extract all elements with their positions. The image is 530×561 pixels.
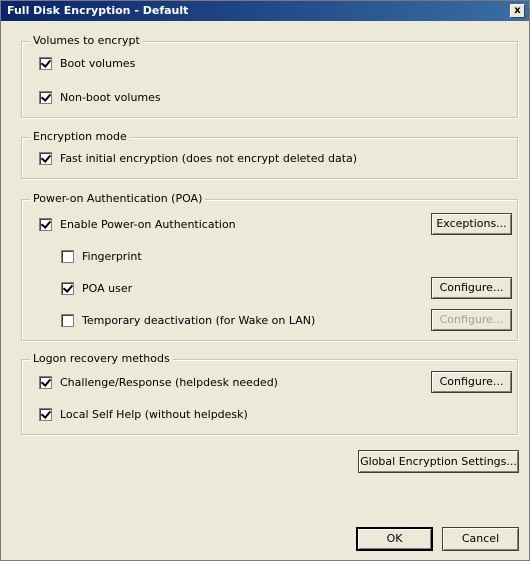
temp-deactivation-configure-button[interactable]: Configure... [431,309,512,331]
boot-volumes-option[interactable]: Boot volumes [39,57,135,70]
fingerprint-label: Fingerprint [82,250,142,263]
self-help-label: Local Self Help (without helpdesk) [60,408,248,421]
title-bar: Full Disk Encryption - Default x [1,1,529,21]
poa-user-configure-button[interactable]: Configure... [431,277,512,299]
challenge-configure-button[interactable]: Configure... [431,371,512,393]
temp-deactivation-option[interactable]: Temporary deactivation (for Wake on LAN) [61,314,315,327]
non-boot-volumes-option[interactable]: Non-boot volumes [39,91,161,104]
recovery-legend: Logon recovery methods [30,352,173,365]
challenge-response-label: Challenge/Response (helpdesk needed) [60,376,278,389]
enable-poa-checkbox[interactable] [39,218,52,231]
temp-deactivation-label: Temporary deactivation (for Wake on LAN) [82,314,316,327]
volumes-group: Volumes to encrypt Boot volumes Non-boot… [21,34,518,118]
volumes-legend: Volumes to encrypt [30,34,143,47]
fast-encryption-checkbox[interactable] [39,152,52,165]
enable-poa-option[interactable]: Enable Power-on Authentication [39,218,236,231]
boot-volumes-checkbox[interactable] [39,57,52,70]
temp-deactivation-checkbox[interactable] [61,314,74,327]
global-encryption-settings-button[interactable]: Global Encryption Settings... [358,450,519,473]
self-help-option[interactable]: Local Self Help (without helpdesk) [39,408,248,421]
non-boot-volumes-checkbox[interactable] [39,91,52,104]
non-boot-volumes-label: Non-boot volumes [60,91,161,104]
dialog-window: Full Disk Encryption - Default x Volumes… [0,0,530,561]
poa-user-checkbox[interactable] [61,282,74,295]
fingerprint-checkbox[interactable] [61,250,74,263]
poa-user-option[interactable]: POA user [61,282,132,295]
encryption-mode-group: Encryption mode Fast initial encryption … [21,130,518,179]
poa-legend: Power-on Authentication (POA) [30,192,206,205]
self-help-checkbox[interactable] [39,408,52,421]
fast-encryption-label: Fast initial encryption (does not encryp… [60,152,358,165]
window-title: Full Disk Encryption - Default [7,4,189,17]
challenge-response-option[interactable]: Challenge/Response (helpdesk needed) [39,376,278,389]
fast-encryption-option[interactable]: Fast initial encryption (does not encryp… [39,152,357,165]
cancel-button[interactable]: Cancel [442,527,519,551]
enable-poa-label: Enable Power-on Authentication [60,218,236,231]
fingerprint-option[interactable]: Fingerprint [61,250,142,263]
close-icon[interactable]: x [510,4,525,18]
poa-user-label: POA user [82,282,133,295]
challenge-response-checkbox[interactable] [39,376,52,389]
ok-button[interactable]: OK [356,527,433,551]
recovery-group: Logon recovery methods Challenge/Respons… [21,352,518,435]
exceptions-button[interactable]: Exceptions... [431,213,512,235]
poa-group: Power-on Authentication (POA) Enable Pow… [21,192,518,341]
encryption-mode-legend: Encryption mode [30,130,130,143]
boot-volumes-label: Boot volumes [60,57,136,70]
